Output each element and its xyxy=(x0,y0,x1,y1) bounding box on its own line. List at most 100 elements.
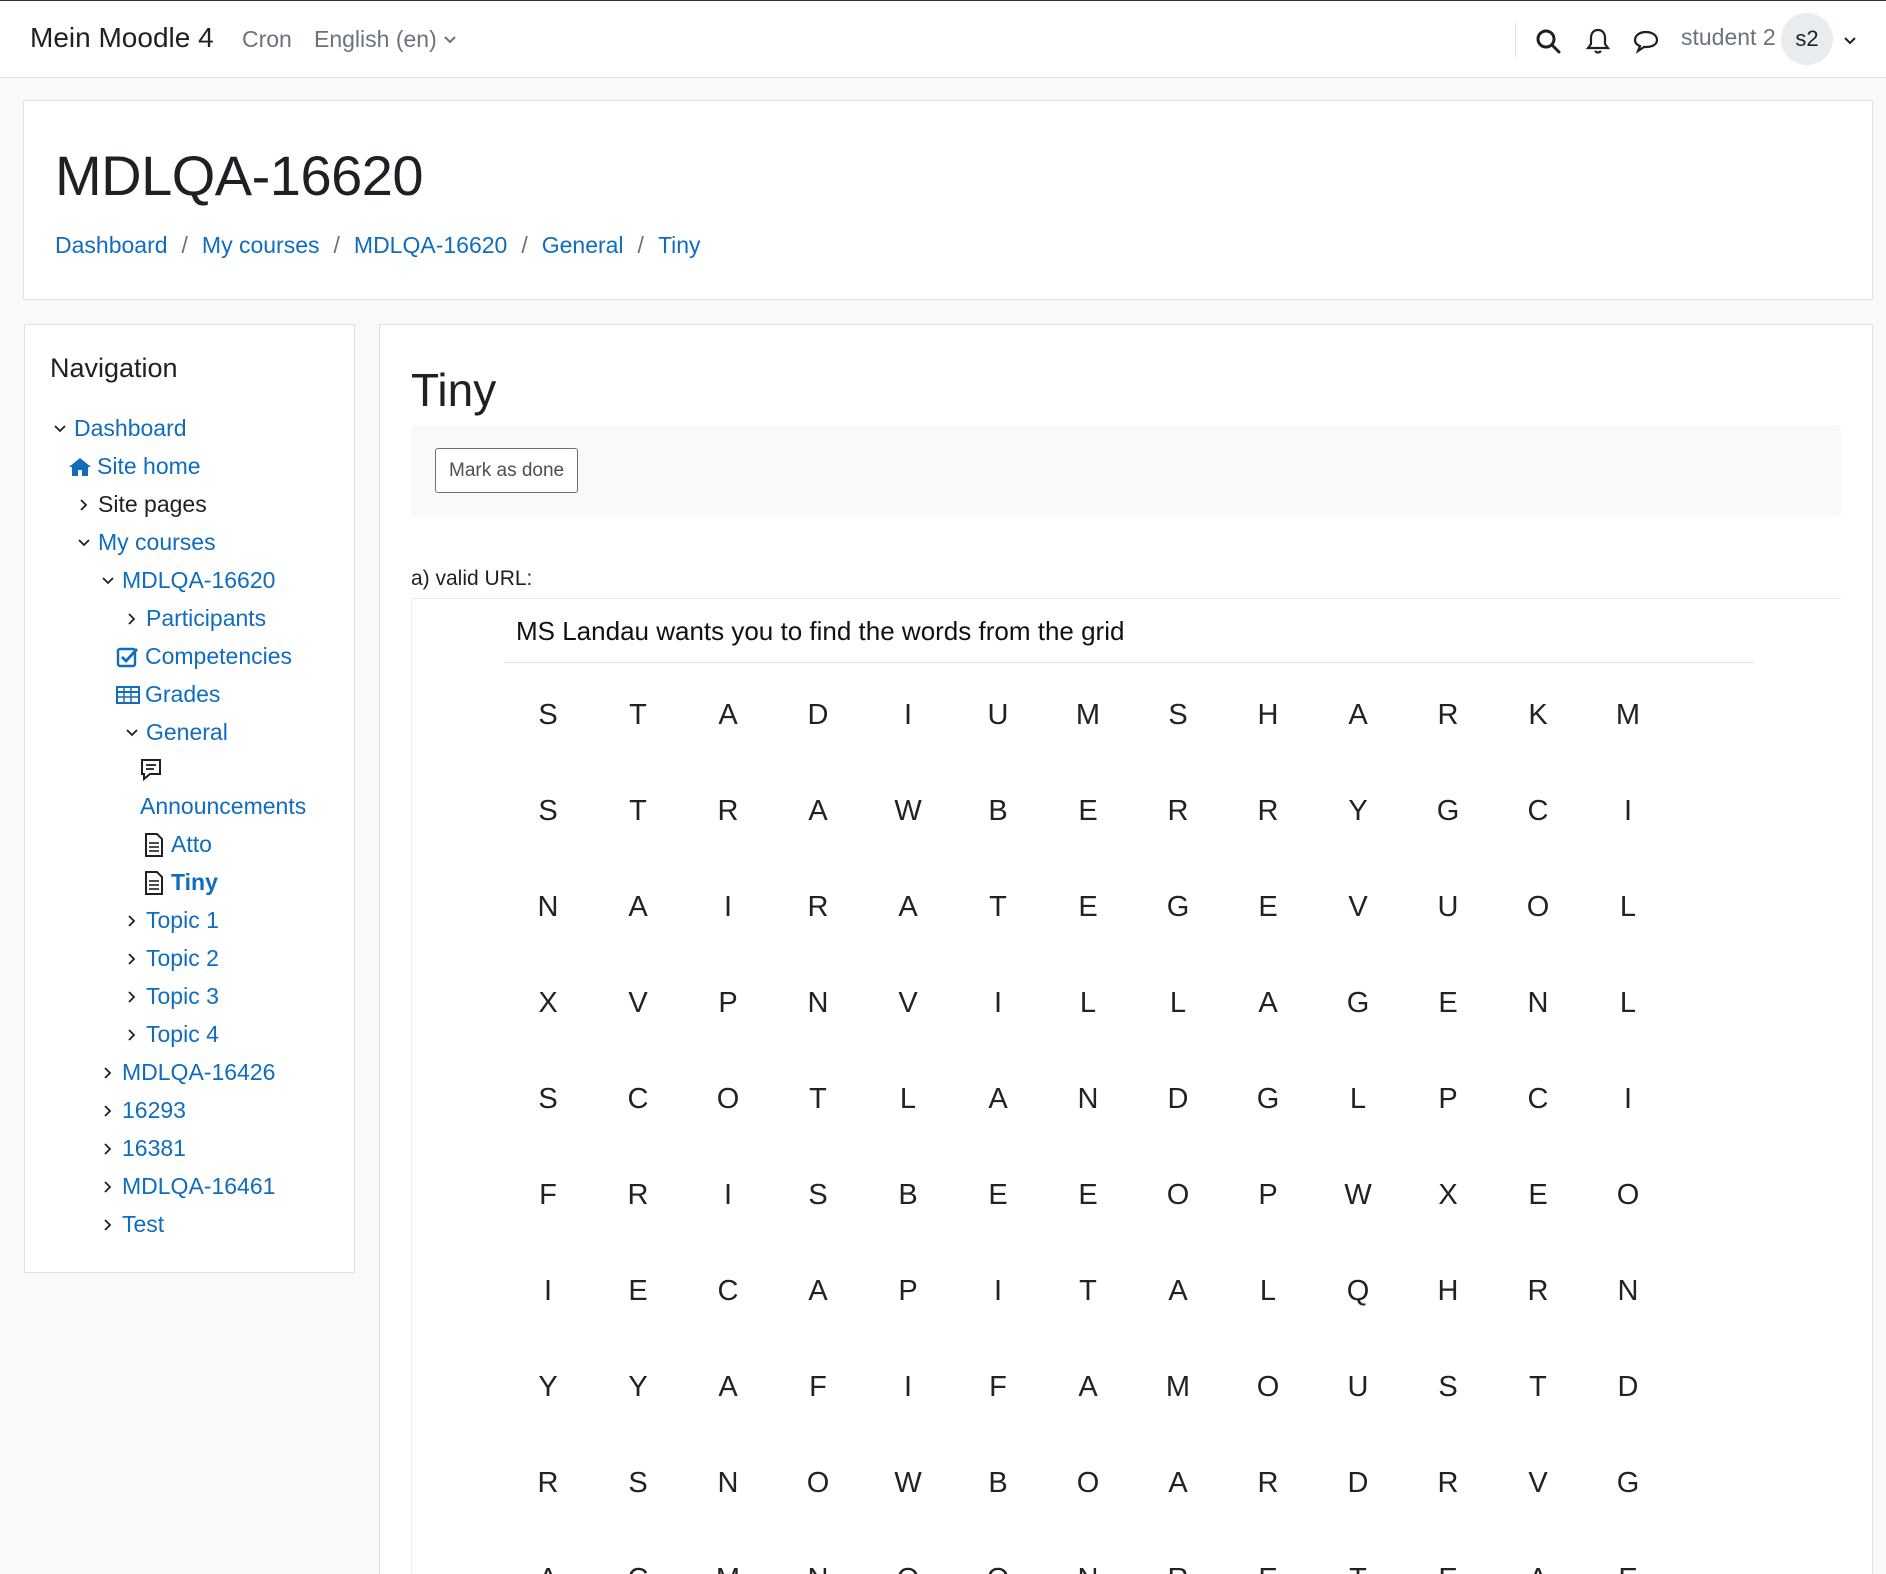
grid-cell: R xyxy=(1527,1274,1549,1307)
language-menu[interactable]: English (en) xyxy=(314,26,457,53)
nav-item-label: MDLQA-16461 xyxy=(122,1173,276,1199)
grid-cell: A xyxy=(898,890,918,923)
nav-item-tiny[interactable]: Tiny xyxy=(141,869,218,896)
chevron-right-icon[interactable] xyxy=(97,1142,119,1156)
chevron-right-icon[interactable] xyxy=(121,1028,143,1042)
breadcrumb-dashboard[interactable]: Dashboard xyxy=(55,232,168,259)
chevron-right-icon[interactable] xyxy=(121,952,143,966)
grid-cell: N xyxy=(537,890,559,923)
chevron-right-icon[interactable] xyxy=(73,498,95,512)
nav-link-cron[interactable]: Cron xyxy=(242,26,292,53)
nav-item-general[interactable]: General xyxy=(121,719,228,746)
nav-item-course-16381[interactable]: 16381 xyxy=(97,1135,186,1162)
intro-label: a) valid URL: xyxy=(411,567,533,590)
grid-cell: P xyxy=(1258,1178,1278,1211)
grid-cell: H xyxy=(1257,698,1279,731)
nav-item-label: Topic 3 xyxy=(146,983,219,1009)
grid-cell: S xyxy=(628,1466,648,1499)
search-icon[interactable] xyxy=(1532,25,1564,57)
grid-cell: R xyxy=(1133,1563,1223,1574)
grid-cell: A xyxy=(1078,1370,1098,1403)
nav-item-site-home[interactable]: Site home xyxy=(67,453,201,480)
nav-item-course-mdlqa-16461[interactable]: MDLQA-16461 xyxy=(97,1173,275,1200)
nav-item-course-mdlqa-16620[interactable]: MDLQA-16620 xyxy=(97,567,275,594)
chat-icon[interactable] xyxy=(1630,25,1662,57)
grid-cell: M xyxy=(1165,1370,1191,1403)
grid-cell: M xyxy=(1075,698,1101,731)
nav-item-competencies[interactable]: Competencies xyxy=(115,643,292,670)
grid-cell: R xyxy=(1167,794,1189,827)
grid-cell: Y xyxy=(628,1370,648,1403)
grid-cell: P xyxy=(718,986,738,1019)
page-header: MDLQA-16620 Dashboard / My courses / MDL… xyxy=(23,100,1873,300)
nav-item-site-pages[interactable]: Site pages xyxy=(73,491,207,518)
grid-cell: P xyxy=(898,1274,918,1307)
breadcrumb-general[interactable]: General xyxy=(542,232,624,259)
breadcrumb-my-courses[interactable]: My courses xyxy=(202,232,320,259)
embedded-content-frame[interactable]: MS Landau wants you to find the words fr… xyxy=(411,598,1841,1574)
grid-cell: O xyxy=(1166,1178,1190,1211)
nav-item-label: 16381 xyxy=(122,1135,186,1161)
user-menu-chevron-down-icon[interactable] xyxy=(1842,27,1858,53)
breadcrumb-course[interactable]: MDLQA-16620 xyxy=(354,232,507,259)
grid-cell: U xyxy=(987,698,1009,731)
grid-cell: E xyxy=(1078,890,1098,923)
grid-cell: A xyxy=(1168,1466,1188,1499)
grid-cell: M xyxy=(1615,698,1641,731)
grid-cell: E xyxy=(1258,890,1278,923)
user-name[interactable]: student 2 xyxy=(1681,24,1776,51)
nav-item-course-mdlqa-16426[interactable]: MDLQA-16426 xyxy=(97,1059,275,1086)
grid-cell: A xyxy=(718,1370,738,1403)
grid-cell: O xyxy=(716,1082,740,1115)
grid-cell: I xyxy=(723,890,733,923)
nav-item-label: MDLQA-16426 xyxy=(122,1059,276,1085)
nav-item-atto[interactable]: Atto xyxy=(141,831,212,858)
chevron-down-icon[interactable] xyxy=(73,538,95,548)
grid-cell: X xyxy=(1438,1178,1458,1211)
chevron-right-icon[interactable] xyxy=(121,990,143,1004)
nav-item-topic-1[interactable]: Topic 1 xyxy=(121,907,219,934)
chevron-down-icon[interactable] xyxy=(49,424,71,434)
site-brand[interactable]: Mein Moodle 4 xyxy=(30,22,214,54)
nav-item-label: General xyxy=(146,719,228,745)
chevron-right-icon[interactable] xyxy=(121,612,143,626)
nav-item-grades[interactable]: Grades xyxy=(115,681,220,708)
chevron-right-icon[interactable] xyxy=(121,914,143,928)
nav-item-course-16293[interactable]: 16293 xyxy=(97,1097,186,1124)
grid-cell: S xyxy=(808,1178,828,1211)
nav-item-label: Site home xyxy=(97,453,201,479)
bell-icon[interactable] xyxy=(1582,25,1614,57)
page-title: MDLQA-16620 xyxy=(55,144,424,207)
grid-cell: D xyxy=(1617,1370,1639,1403)
grid-cell: Q xyxy=(1346,1274,1370,1307)
nav-item-my-courses[interactable]: My courses xyxy=(73,529,216,556)
checkbox-checked-icon xyxy=(115,646,141,668)
nav-item-announcements[interactable]: Announcements xyxy=(140,793,306,820)
nav-item-label: Dashboard xyxy=(74,415,187,441)
grid-cell: G xyxy=(1436,794,1460,827)
breadcrumb-tiny[interactable]: Tiny xyxy=(658,232,701,259)
nav-item-topic-2[interactable]: Topic 2 xyxy=(121,945,219,972)
grid-cell: V xyxy=(628,986,648,1019)
chevron-down-icon[interactable] xyxy=(121,728,143,738)
nav-item-participants[interactable]: Participants xyxy=(121,605,266,632)
chevron-right-icon[interactable] xyxy=(97,1180,119,1194)
grid-cell: K xyxy=(1528,698,1548,731)
chevron-right-icon[interactable] xyxy=(97,1218,119,1232)
page-icon xyxy=(141,870,167,895)
grid-row: FRISBEEOPWXEO xyxy=(503,1147,1673,1243)
chevron-down-icon[interactable] xyxy=(97,576,119,586)
breadcrumb-separator: / xyxy=(181,232,188,258)
chevron-right-icon[interactable] xyxy=(97,1104,119,1118)
nav-item-course-test[interactable]: Test xyxy=(97,1211,164,1238)
chevron-right-icon[interactable] xyxy=(97,1066,119,1080)
nav-item-topic-4[interactable]: Topic 4 xyxy=(121,1021,219,1048)
mark-as-done-button[interactable]: Mark as done xyxy=(435,448,579,493)
grid-cell: O xyxy=(1616,1178,1640,1211)
grid-cell: I xyxy=(1623,794,1633,827)
avatar[interactable]: s2 xyxy=(1781,13,1833,65)
grid-cell: E xyxy=(1583,1563,1673,1574)
nav-item-label: Competencies xyxy=(145,643,293,669)
nav-item-topic-3[interactable]: Topic 3 xyxy=(121,983,219,1010)
nav-item-dashboard[interactable]: Dashboard xyxy=(49,415,187,442)
